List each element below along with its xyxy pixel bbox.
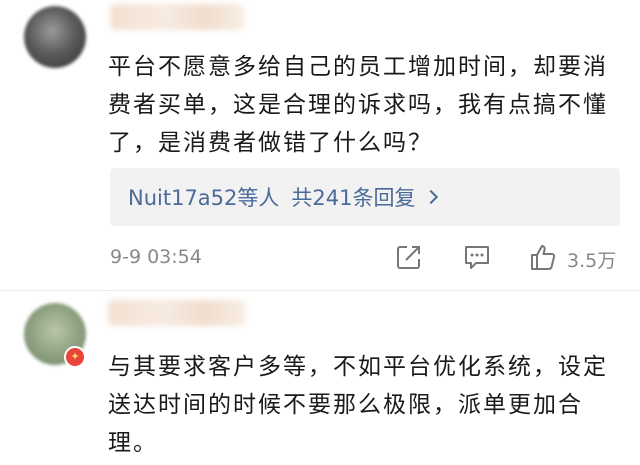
divider: [0, 290, 640, 291]
comment-icon[interactable]: [462, 242, 492, 272]
share-icon[interactable]: [394, 242, 424, 272]
username-blurred[interactable]: [110, 4, 245, 30]
chevron-right-icon: [423, 189, 438, 205]
comment-actions: 9-9 03:54 3.5万: [110, 240, 630, 278]
timestamp: 9-9 03:54: [110, 246, 202, 268]
avatar[interactable]: [24, 6, 86, 68]
like-count: 3.5万: [567, 250, 617, 272]
username-blurred[interactable]: [108, 300, 246, 326]
replies-link[interactable]: Nuit17a52等人 共241条回复: [110, 168, 620, 226]
reply-users-label: Nuit17a52等人: [128, 186, 280, 210]
comment-text: 与其要求客户多等，不如平台优化系统，设定送达时间的时候不要那么极限，派单更加合理…: [108, 354, 608, 456]
reply-count-label: 共241条回复: [291, 186, 416, 210]
comment-text: 平台不愿意多给自己的员工增加时间，却要消费者买单，这是合理的诉求吗，我有点搞不懂…: [108, 54, 608, 156]
vip-badge-icon: ✦: [64, 346, 86, 368]
thumbs-up-icon[interactable]: [528, 242, 558, 272]
